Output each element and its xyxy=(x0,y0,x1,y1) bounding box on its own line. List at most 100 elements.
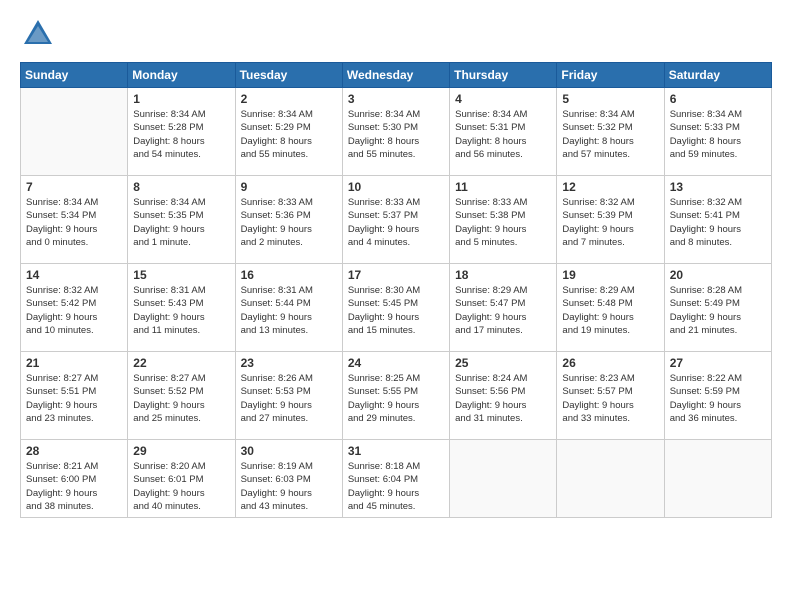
day-info: Sunrise: 8:33 AM Sunset: 5:36 PM Dayligh… xyxy=(241,196,337,249)
calendar-cell: 16Sunrise: 8:31 AM Sunset: 5:44 PM Dayli… xyxy=(235,264,342,352)
calendar-cell: 19Sunrise: 8:29 AM Sunset: 5:48 PM Dayli… xyxy=(557,264,664,352)
calendar-week-row: 28 Sunrise: 8:21 AM Sunset: 6:00 PM Dayli… xyxy=(21,440,772,518)
day-info: Sunrise: 8:34 AM Sunset: 5:32 PM Dayligh… xyxy=(562,108,658,161)
header xyxy=(20,16,772,52)
day-number: 12 xyxy=(562,180,658,194)
day-info: Sunrise: 8:24 AM Sunset: 5:56 PM Dayligh… xyxy=(455,372,551,425)
day-info: Sunrise: 8:34 AM Sunset: 5:35 PM Dayligh… xyxy=(133,196,229,249)
day-number: 27 xyxy=(670,356,766,370)
day-number: 7 xyxy=(26,180,122,194)
day-info: Sunrise: 8:18 AM Sunset: 6:04 PM Dayligh… xyxy=(348,460,444,513)
day-number: 14 xyxy=(26,268,122,282)
day-number: 10 xyxy=(348,180,444,194)
day-number: 2 xyxy=(241,92,337,106)
calendar-cell: 20 Sunrise: 8:28 AM Sunset: 5:49 PM Dayli… xyxy=(664,264,771,352)
day-number: 3 xyxy=(348,92,444,106)
calendar-day-header: Thursday xyxy=(450,63,557,88)
day-info: Sunrise: 8:34 AM Sunset: 5:34 PM Dayligh… xyxy=(26,196,122,249)
calendar-cell: 8 Sunrise: 8:34 AM Sunset: 5:35 PM Daylig… xyxy=(128,176,235,264)
calendar-day-header: Wednesday xyxy=(342,63,449,88)
calendar-cell: 29 Sunrise: 8:20 AM Sunset: 6:01 PM Dayli… xyxy=(128,440,235,518)
calendar-cell: 5 Sunrise: 8:34 AM Sunset: 5:32 PM Daylig… xyxy=(557,88,664,176)
calendar-header-row: SundayMondayTuesdayWednesdayThursdayFrid… xyxy=(21,63,772,88)
day-info: Sunrise: 8:27 AM Sunset: 5:52 PM Dayligh… xyxy=(133,372,229,425)
day-info: Sunrise: 8:19 AM Sunset: 6:03 PM Dayligh… xyxy=(241,460,337,513)
calendar-cell: 23 Sunrise: 8:26 AM Sunset: 5:53 PM Dayli… xyxy=(235,352,342,440)
day-number: 20 xyxy=(670,268,766,282)
calendar-day-header: Monday xyxy=(128,63,235,88)
day-number: 21 xyxy=(26,356,122,370)
calendar-day-header: Tuesday xyxy=(235,63,342,88)
day-info: Sunrise: 8:31 AM Sunset: 5:43 PM Dayligh… xyxy=(133,284,229,337)
day-number: 23 xyxy=(241,356,337,370)
calendar-cell: 3 Sunrise: 8:34 AM Sunset: 5:30 PM Daylig… xyxy=(342,88,449,176)
day-number: 26 xyxy=(562,356,658,370)
calendar-cell: 27 Sunrise: 8:22 AM Sunset: 5:59 PM Dayli… xyxy=(664,352,771,440)
day-number: 6 xyxy=(670,92,766,106)
day-number: 22 xyxy=(133,356,229,370)
day-info: Sunrise: 8:28 AM Sunset: 5:49 PM Dayligh… xyxy=(670,284,766,337)
calendar-day-header: Friday xyxy=(557,63,664,88)
calendar-cell xyxy=(664,440,771,518)
calendar-cell: 17Sunrise: 8:30 AM Sunset: 5:45 PM Dayli… xyxy=(342,264,449,352)
calendar-cell: 4 Sunrise: 8:34 AM Sunset: 5:31 PM Daylig… xyxy=(450,88,557,176)
day-number: 5 xyxy=(562,92,658,106)
day-info: Sunrise: 8:34 AM Sunset: 5:33 PM Dayligh… xyxy=(670,108,766,161)
day-number: 8 xyxy=(133,180,229,194)
calendar-week-row: 1Sunrise: 8:34 AM Sunset: 5:28 PM Daylig… xyxy=(21,88,772,176)
calendar-cell: 7 Sunrise: 8:34 AM Sunset: 5:34 PM Daylig… xyxy=(21,176,128,264)
calendar-cell: 30 Sunrise: 8:19 AM Sunset: 6:03 PM Dayli… xyxy=(235,440,342,518)
calendar-cell: 11 Sunrise: 8:33 AM Sunset: 5:38 PM Dayli… xyxy=(450,176,557,264)
day-info: Sunrise: 8:32 AM Sunset: 5:42 PM Dayligh… xyxy=(26,284,122,337)
logo-icon xyxy=(20,16,56,52)
calendar-cell xyxy=(21,88,128,176)
day-info: Sunrise: 8:34 AM Sunset: 5:30 PM Dayligh… xyxy=(348,108,444,161)
day-info: Sunrise: 8:34 AM Sunset: 5:28 PM Dayligh… xyxy=(133,108,229,161)
calendar-cell: 15 Sunrise: 8:31 AM Sunset: 5:43 PM Dayli… xyxy=(128,264,235,352)
day-info: Sunrise: 8:21 AM Sunset: 6:00 PM Dayligh… xyxy=(26,460,122,513)
day-number: 11 xyxy=(455,180,551,194)
day-number: 18 xyxy=(455,268,551,282)
logo xyxy=(20,16,62,52)
day-info: Sunrise: 8:33 AM Sunset: 5:37 PM Dayligh… xyxy=(348,196,444,249)
calendar-cell: 28 Sunrise: 8:21 AM Sunset: 6:00 PM Dayli… xyxy=(21,440,128,518)
day-number: 15 xyxy=(133,268,229,282)
day-number: 29 xyxy=(133,444,229,458)
calendar-cell: 26Sunrise: 8:23 AM Sunset: 5:57 PM Dayli… xyxy=(557,352,664,440)
calendar-cell: 21Sunrise: 8:27 AM Sunset: 5:51 PM Dayli… xyxy=(21,352,128,440)
day-number: 28 xyxy=(26,444,122,458)
day-info: Sunrise: 8:26 AM Sunset: 5:53 PM Dayligh… xyxy=(241,372,337,425)
day-number: 25 xyxy=(455,356,551,370)
day-info: Sunrise: 8:25 AM Sunset: 5:55 PM Dayligh… xyxy=(348,372,444,425)
day-number: 13 xyxy=(670,180,766,194)
calendar-cell: 25 Sunrise: 8:24 AM Sunset: 5:56 PM Dayli… xyxy=(450,352,557,440)
calendar-cell: 31 Sunrise: 8:18 AM Sunset: 6:04 PM Dayli… xyxy=(342,440,449,518)
calendar-cell: 18Sunrise: 8:29 AM Sunset: 5:47 PM Dayli… xyxy=(450,264,557,352)
calendar-cell: 13Sunrise: 8:32 AM Sunset: 5:41 PM Dayli… xyxy=(664,176,771,264)
day-info: Sunrise: 8:22 AM Sunset: 5:59 PM Dayligh… xyxy=(670,372,766,425)
calendar-cell xyxy=(557,440,664,518)
page: SundayMondayTuesdayWednesdayThursdayFrid… xyxy=(0,0,792,612)
calendar-cell: 24 Sunrise: 8:25 AM Sunset: 5:55 PM Dayli… xyxy=(342,352,449,440)
day-number: 16 xyxy=(241,268,337,282)
day-info: Sunrise: 8:20 AM Sunset: 6:01 PM Dayligh… xyxy=(133,460,229,513)
day-info: Sunrise: 8:29 AM Sunset: 5:48 PM Dayligh… xyxy=(562,284,658,337)
day-number: 30 xyxy=(241,444,337,458)
day-number: 31 xyxy=(348,444,444,458)
calendar-cell: 10 Sunrise: 8:33 AM Sunset: 5:37 PM Dayli… xyxy=(342,176,449,264)
day-info: Sunrise: 8:34 AM Sunset: 5:31 PM Dayligh… xyxy=(455,108,551,161)
calendar-table: SundayMondayTuesdayWednesdayThursdayFrid… xyxy=(20,62,772,518)
day-number: 17 xyxy=(348,268,444,282)
calendar-cell: 12 Sunrise: 8:32 AM Sunset: 5:39 PM Dayli… xyxy=(557,176,664,264)
day-number: 4 xyxy=(455,92,551,106)
day-info: Sunrise: 8:34 AM Sunset: 5:29 PM Dayligh… xyxy=(241,108,337,161)
day-info: Sunrise: 8:33 AM Sunset: 5:38 PM Dayligh… xyxy=(455,196,551,249)
day-info: Sunrise: 8:32 AM Sunset: 5:39 PM Dayligh… xyxy=(562,196,658,249)
calendar-week-row: 14 Sunrise: 8:32 AM Sunset: 5:42 PM Dayli… xyxy=(21,264,772,352)
day-number: 24 xyxy=(348,356,444,370)
calendar-week-row: 7 Sunrise: 8:34 AM Sunset: 5:34 PM Daylig… xyxy=(21,176,772,264)
calendar-cell: 22 Sunrise: 8:27 AM Sunset: 5:52 PM Dayli… xyxy=(128,352,235,440)
calendar-cell: 14 Sunrise: 8:32 AM Sunset: 5:42 PM Dayli… xyxy=(21,264,128,352)
calendar-cell: 2 Sunrise: 8:34 AM Sunset: 5:29 PM Daylig… xyxy=(235,88,342,176)
calendar-week-row: 21Sunrise: 8:27 AM Sunset: 5:51 PM Dayli… xyxy=(21,352,772,440)
